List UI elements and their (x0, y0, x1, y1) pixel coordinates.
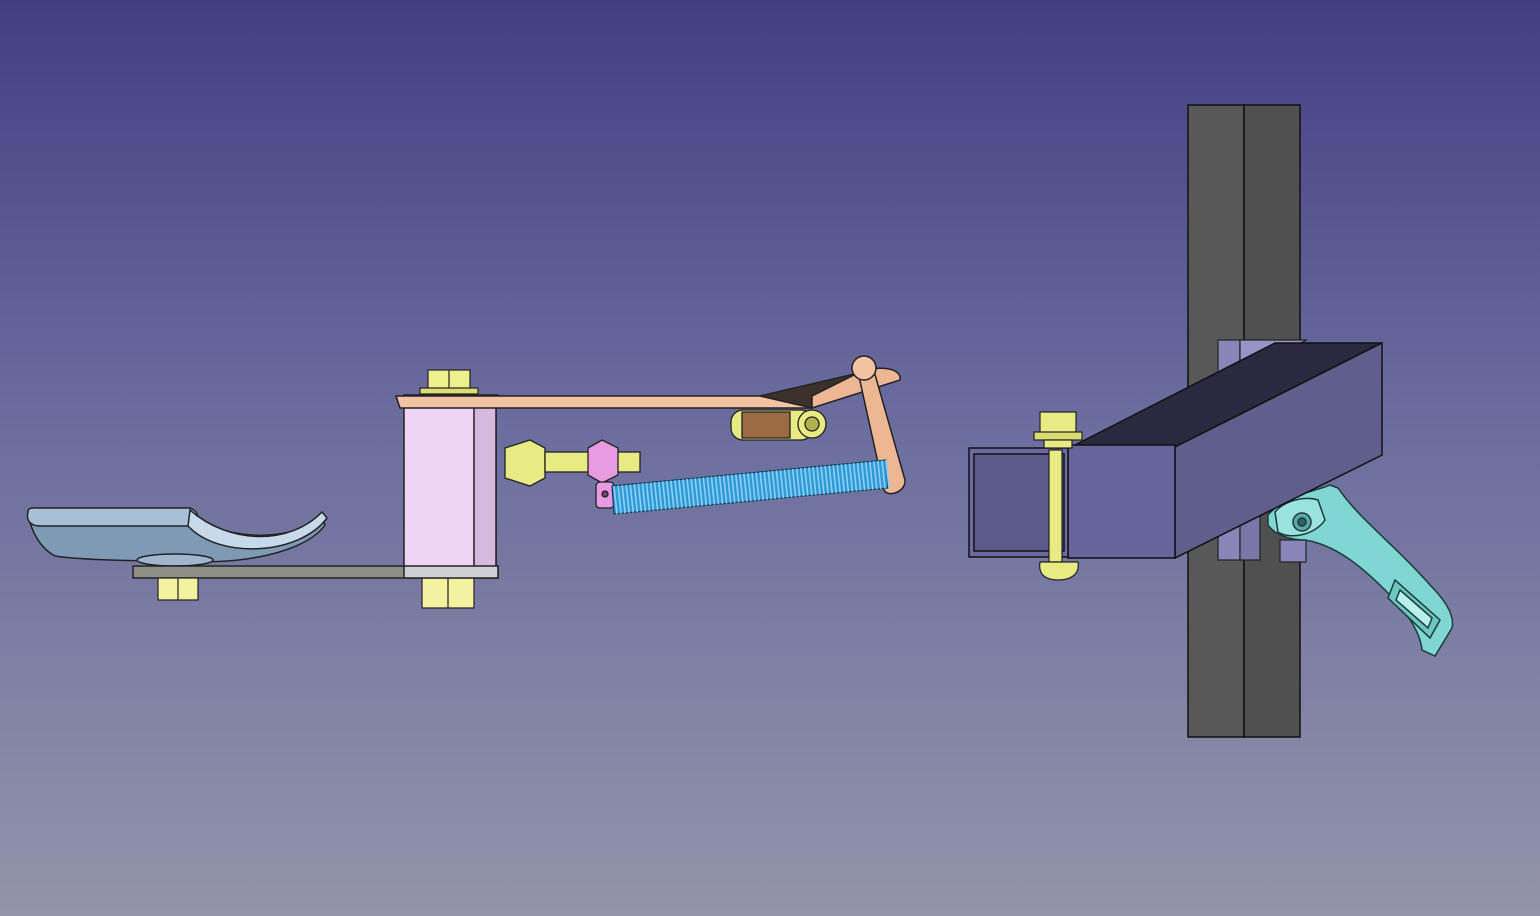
adjustment-bolt[interactable] (504, 439, 641, 487)
base-nut[interactable] (157, 577, 475, 609)
cad-scene[interactable] (0, 0, 1540, 916)
pivot-bushing[interactable] (403, 394, 499, 579)
tension-spring[interactable] (611, 459, 890, 515)
3d-viewport[interactable] (0, 0, 1540, 916)
roller[interactable] (730, 409, 827, 441)
pedal-tray[interactable] (26, 507, 328, 567)
pivot-bolt[interactable] (419, 369, 479, 395)
